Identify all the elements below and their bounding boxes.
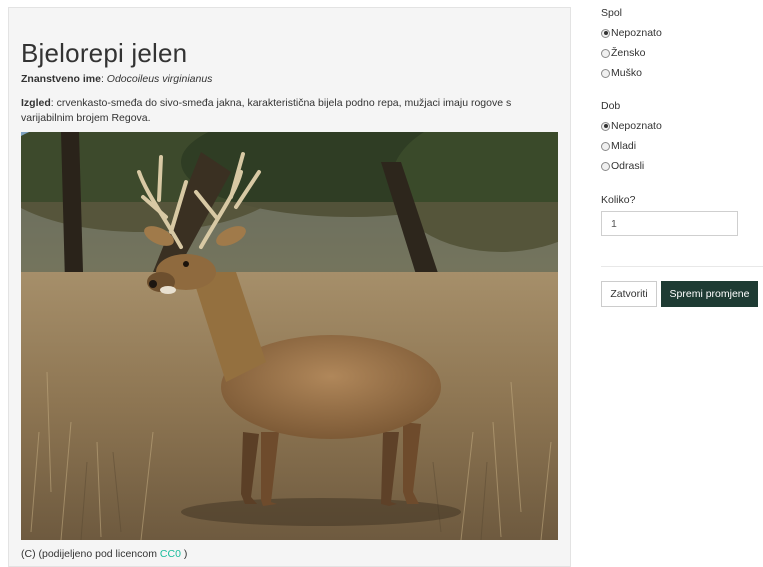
save-changes-button[interactable]: Spremi promjene	[661, 281, 758, 307]
license-prefix: (C) (podijeljeno pod licencom	[21, 548, 160, 560]
quantity-label: Koliko?	[601, 194, 636, 206]
age-option-unknown-label: Nepoznato	[611, 120, 662, 132]
appearance-label: Izgled	[21, 97, 51, 109]
radio-checked-icon[interactable]	[601, 121, 610, 131]
age-option-adult-label: Odrasli	[611, 160, 645, 172]
form-divider	[601, 266, 763, 267]
radio-unchecked-icon[interactable]	[601, 141, 610, 151]
scientific-name-line: Znanstveno ime: Odocoileus virginianus	[21, 73, 212, 85]
age-option-adult[interactable]: Odrasli	[601, 160, 644, 172]
sex-option-unknown-label: Nepoznato	[611, 27, 662, 39]
quantity-input[interactable]	[601, 211, 738, 236]
age-option-unknown[interactable]: Nepoznato	[601, 120, 662, 132]
sex-option-unknown[interactable]: Nepoznato	[601, 27, 662, 39]
species-photo	[21, 132, 558, 540]
license-line: (C) (podijeljeno pod licencom CC0 )	[21, 548, 187, 560]
radio-unchecked-icon[interactable]	[601, 68, 610, 78]
age-label: Dob	[601, 100, 621, 112]
appearance-text: crvenkasto-smeđa do sivo-smeđa jakna, ka…	[21, 97, 512, 124]
license-suffix: )	[180, 548, 188, 560]
scientific-name: Odocoileus virginianus	[106, 73, 213, 85]
sex-option-female[interactable]: Žensko	[601, 47, 645, 59]
page: Bjelorepi jelen Znanstveno ime: Odocoile…	[0, 0, 763, 567]
radio-unchecked-icon[interactable]	[601, 48, 610, 58]
species-title: Bjelorepi jelen	[21, 38, 188, 68]
close-button[interactable]: Zatvoriti	[601, 281, 657, 307]
scientific-name-label: Znanstveno ime	[21, 73, 101, 85]
radio-checked-icon[interactable]	[601, 28, 610, 38]
sex-option-male[interactable]: Muško	[601, 67, 642, 79]
license-link[interactable]: CC0	[160, 548, 181, 560]
age-option-young-label: Mladi	[611, 140, 637, 152]
radio-unchecked-icon[interactable]	[601, 161, 610, 171]
sex-option-female-label: Žensko	[611, 47, 646, 59]
sex-label: Spol	[601, 7, 623, 19]
species-panel: Bjelorepi jelen Znanstveno ime: Odocoile…	[8, 7, 571, 567]
appearance-line: Izgled: crvenkasto-smeđa do sivo-smeđa j…	[21, 96, 551, 126]
deer-photo-illustration	[21, 132, 558, 540]
age-option-young[interactable]: Mladi	[601, 140, 636, 152]
sex-option-male-label: Muško	[611, 67, 642, 79]
